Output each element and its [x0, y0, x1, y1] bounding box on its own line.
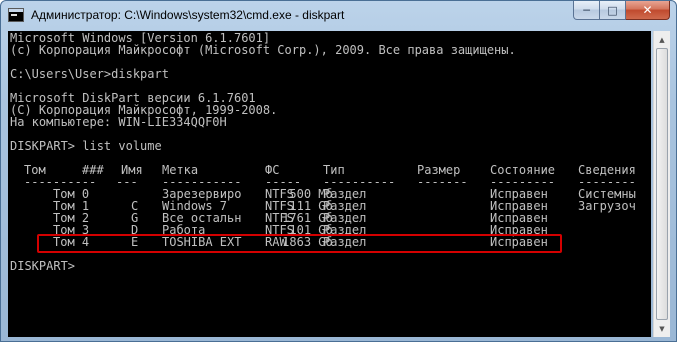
title-bar[interactable]: Администратор: C:\Windows\system32\cmd.e…	[1, 1, 676, 31]
separator: -------	[417, 175, 468, 189]
console-line: C:\Users\User>diskpart	[10, 67, 169, 81]
maximize-button[interactable]: □	[600, 1, 626, 20]
scroll-down-icon[interactable]: ▼	[654, 320, 670, 337]
console-output[interactable]: Microsoft Windows [Version 6.1.7601] (c)…	[8, 31, 651, 337]
close-button[interactable]: ✕	[626, 1, 670, 20]
window-title: Администратор: C:\Windows\system32\cmd.e…	[31, 8, 345, 22]
console-line: DISKPART> list volume	[10, 139, 162, 153]
prompt-line: DISKPART>	[10, 259, 76, 273]
console-line: (c) Корпорация Майкрософт (Microsoft Cor…	[10, 43, 516, 57]
separator: ---	[116, 175, 138, 189]
vertical-scrollbar[interactable]: ▲ ▼	[653, 31, 670, 337]
minimize-button[interactable]: ─	[573, 1, 600, 20]
console-line: На компьютере: WIN-LIE334QQF0H	[10, 115, 227, 129]
scroll-up-icon[interactable]: ▲	[654, 31, 670, 48]
highlight-box	[37, 234, 562, 253]
info-cell: Загрузоч	[578, 199, 636, 213]
cmd-icon[interactable]	[8, 8, 24, 22]
scroll-thumb[interactable]	[656, 48, 668, 320]
window-controls: ─ □ ✕	[573, 1, 670, 21]
cmd-window: Администратор: C:\Windows\system32\cmd.e…	[0, 0, 677, 342]
